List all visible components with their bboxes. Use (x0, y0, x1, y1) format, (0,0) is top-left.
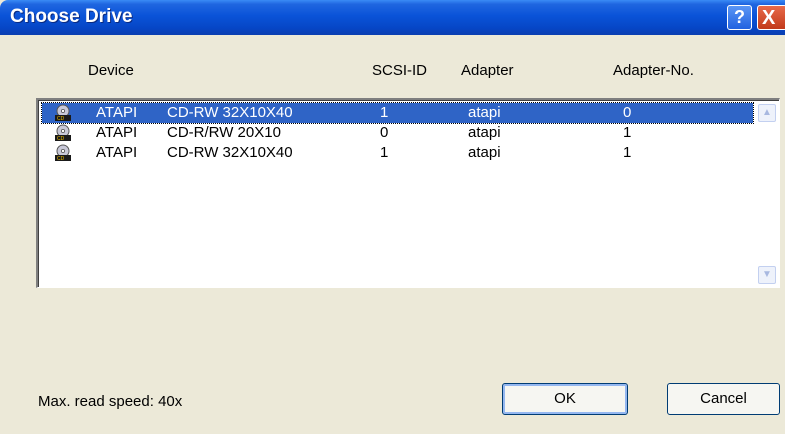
chevron-down-icon: ▼ (762, 269, 772, 280)
drive-model: CD-RW 32X10X40 (167, 104, 293, 121)
drive-list-viewport: CD ATAPI CD-RW 32X10X40 1 atapi 0 CD ATA… (38, 100, 779, 287)
column-header-adapter-no: Adapter-No. (613, 62, 694, 79)
close-icon: X (762, 7, 776, 29)
cd-drive-icon: CD (55, 104, 71, 122)
vertical-scrollbar[interactable]: ▲ ▼ (758, 104, 776, 284)
help-button[interactable]: ? (727, 5, 752, 30)
drive-vendor: ATAPI (96, 104, 138, 121)
drive-list[interactable]: CD ATAPI CD-RW 32X10X40 1 atapi 0 CD ATA… (36, 98, 780, 288)
drive-model: CD-RW 32X10X40 (167, 144, 293, 161)
column-header-adapter: Adapter (461, 62, 514, 79)
ok-button[interactable]: OK (502, 383, 628, 415)
column-header-scsi-id: SCSI-ID (372, 62, 428, 79)
drive-adapter-no: 1 (623, 144, 632, 161)
chevron-up-icon: ▲ (762, 107, 772, 118)
drive-row[interactable]: CD ATAPI CD-RW 32X10X40 1 atapi 1 (42, 143, 753, 163)
help-icon: ? (734, 7, 745, 27)
drive-vendor: ATAPI (96, 124, 138, 141)
title-bar[interactable]: Choose Drive ? X (0, 0, 785, 35)
drive-row[interactable]: CD ATAPI CD-R/RW 20X10 0 atapi 1 (42, 123, 753, 143)
close-button[interactable]: X (757, 5, 785, 30)
svg-text:CD: CD (57, 156, 65, 162)
drive-scsi-id: 1 (380, 144, 389, 161)
drive-adapter: atapi (468, 144, 501, 161)
cd-drive-icon: CD (55, 124, 71, 142)
choose-drive-dialog: Choose Drive ? X Device SCSI-ID Adapter … (0, 0, 785, 434)
cancel-button[interactable]: Cancel (667, 383, 780, 415)
drive-adapter: atapi (468, 124, 501, 141)
drive-vendor: ATAPI (96, 144, 138, 161)
scroll-down-button[interactable]: ▼ (758, 266, 776, 284)
column-header-device: Device (88, 62, 134, 79)
scroll-up-button[interactable]: ▲ (758, 104, 776, 122)
drive-adapter-no: 1 (623, 124, 632, 141)
dialog-title: Choose Drive (10, 6, 133, 27)
svg-text:CD: CD (57, 116, 65, 122)
max-read-speed-label: Max. read speed: 40x (38, 393, 183, 410)
drive-adapter-no: 0 (623, 104, 632, 121)
drive-scsi-id: 0 (380, 124, 389, 141)
cd-drive-icon: CD (55, 144, 71, 162)
drive-row-selected[interactable]: CD ATAPI CD-RW 32X10X40 1 atapi 0 (41, 102, 754, 124)
drive-model: CD-R/RW 20X10 (167, 124, 281, 141)
drive-scsi-id: 1 (380, 104, 389, 121)
drive-adapter: atapi (468, 104, 501, 121)
svg-text:CD: CD (57, 136, 65, 142)
